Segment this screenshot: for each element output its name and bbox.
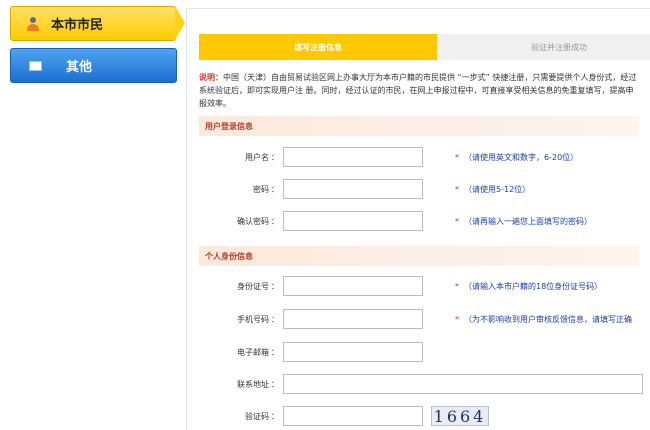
password-input[interactable] xyxy=(283,179,423,199)
row-username: 用户名 ： * （请使用英文和数字，6-20位） xyxy=(199,147,639,169)
colon: ： xyxy=(271,348,279,357)
colon: ： xyxy=(271,185,279,194)
step-label: 填写注册信息 xyxy=(294,42,342,52)
step-fill-info: 填写注册信息 xyxy=(199,34,449,60)
section-title: 个人身份信息 xyxy=(205,251,253,261)
progress-steps: 填写注册信息 验证并注册成功 xyxy=(199,34,650,60)
confirm-password-input[interactable] xyxy=(283,211,423,231)
row-mobile: 手机号码 ： * （为不影响收到用户审核反馈信息，请填写正确 xyxy=(199,309,639,331)
hint-text: （请使用英文和数字，6-20位） xyxy=(464,153,579,162)
row-address: 联系地址 ： xyxy=(199,374,643,396)
sidebar-item-label: 本市市民 xyxy=(51,18,104,33)
field-label: 电子邮箱 xyxy=(237,348,269,357)
captcha-image[interactable]: 1664 xyxy=(431,406,489,426)
address-input[interactable] xyxy=(283,374,643,394)
field-hint: * （请使用英文和数字，6-20位） xyxy=(455,152,578,163)
active-arrow xyxy=(175,6,185,40)
colon: ： xyxy=(271,217,279,226)
required-star: * xyxy=(455,282,459,291)
instructions-text: 中国（天津）自由贸易试验区网上办事大厅为本市户籍的市民提供 “一步式” 快捷注册… xyxy=(199,73,637,108)
document-icon xyxy=(29,60,42,71)
step-verify-success: 验证并注册成功 xyxy=(437,34,650,60)
instructions-key: 说明： xyxy=(199,73,223,82)
colon: ： xyxy=(271,315,279,324)
captcha-input[interactable] xyxy=(283,406,423,426)
hint-text: （请再输入一遍您上面填写的密码） xyxy=(464,217,592,226)
registration-panel: 填写注册信息 验证并注册成功 说明：中国（天津）自由贸易试验区网上办事大厅为本市… xyxy=(186,8,650,430)
hint-text: （请输入本市户籍的18位身份证号码） xyxy=(464,282,603,291)
row-confirm-password: 确认密码 ： * （请再输入一遍您上面填写的密码） xyxy=(199,211,639,233)
field-label: 联系地址 xyxy=(237,380,269,389)
username-input[interactable] xyxy=(283,147,423,167)
field-label: 验证码 xyxy=(245,412,269,421)
sidebar-item-local-citizen[interactable]: 本市市民 xyxy=(10,6,185,41)
required-star: * xyxy=(455,185,459,194)
required-star: * xyxy=(455,153,459,162)
row-email: 电子邮箱 ： xyxy=(199,342,639,364)
step-label: 验证并注册成功 xyxy=(531,42,587,52)
sidebar: 本市市民 其他 xyxy=(0,0,185,429)
field-label: 身份证号 xyxy=(237,282,269,291)
mobile-input[interactable] xyxy=(283,309,423,329)
hint-text: （请使用5-12位） xyxy=(464,185,531,194)
hint-text: （为不影响收到用户审核反馈信息，请填写正确 xyxy=(464,315,632,324)
person-icon xyxy=(25,16,41,32)
row-idcard: 身份证号 ： * （请输入本市户籍的18位身份证号码） xyxy=(199,276,639,298)
field-hint: * （请输入本市户籍的18位身份证号码） xyxy=(455,281,602,292)
colon: ： xyxy=(271,282,279,291)
field-label: 密码 xyxy=(253,185,269,194)
section-title: 用户登录信息 xyxy=(205,121,253,131)
section-login-info: 用户登录信息 xyxy=(199,116,639,136)
colon: ： xyxy=(271,153,279,162)
email-input[interactable] xyxy=(283,342,423,362)
idcard-input[interactable] xyxy=(283,276,423,296)
colon: ： xyxy=(271,380,279,389)
field-hint: * （请再输入一遍您上面填写的密码） xyxy=(455,216,592,227)
instructions: 说明：中国（天津）自由贸易试验区网上办事大厅为本市户籍的市民提供 “一步式” 快… xyxy=(199,71,639,110)
field-hint: * （为不影响收到用户审核反馈信息，请填写正确 xyxy=(455,314,632,325)
field-hint: * （请使用5-12位） xyxy=(455,184,530,195)
sidebar-item-other[interactable]: 其他 xyxy=(10,48,177,83)
field-label: 确认密码 xyxy=(237,217,269,226)
field-label: 用户名 xyxy=(245,153,269,162)
required-star: * xyxy=(455,315,459,324)
required-star: * xyxy=(455,217,459,226)
colon: ： xyxy=(271,412,279,421)
section-identity-info: 个人身份信息 xyxy=(199,246,639,266)
field-label: 手机号码 xyxy=(237,315,269,324)
row-captcha: 验证码 ： 1664 xyxy=(199,406,639,428)
sidebar-item-label: 其他 xyxy=(66,60,93,75)
row-password: 密码 ： * （请使用5-12位） xyxy=(199,179,639,201)
